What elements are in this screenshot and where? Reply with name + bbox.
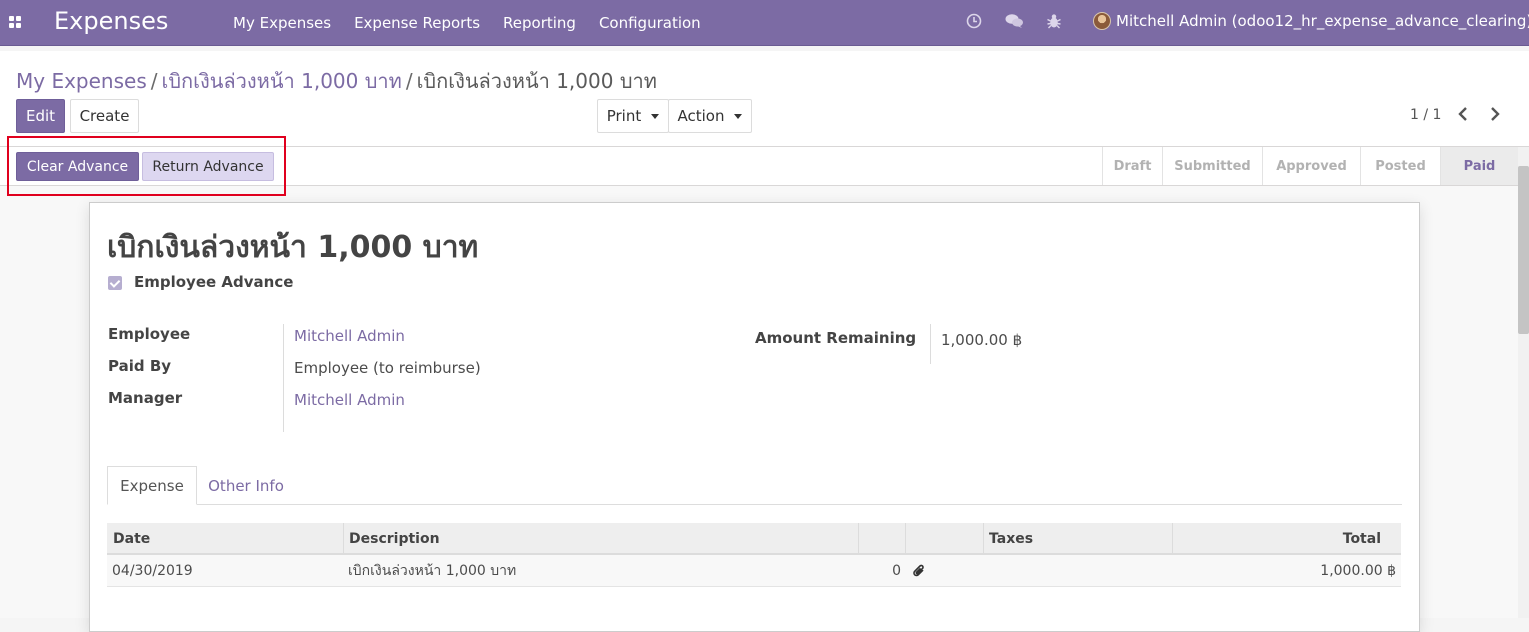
print-dropdown-button[interactable]: Print — [597, 99, 669, 133]
action-label: Action — [677, 107, 725, 125]
column-header-taxes[interactable]: Taxes — [983, 523, 1173, 555]
employee-advance-checkbox[interactable] — [108, 276, 122, 290]
edit-button[interactable]: Edit — [16, 99, 65, 133]
bug-icon[interactable] — [1046, 13, 1062, 33]
cell-taxes — [983, 555, 1173, 587]
cell-total: 1,000.00 ฿ — [1320, 563, 1396, 579]
tab-expense[interactable]: Expense — [107, 466, 197, 505]
action-dropdown-button[interactable]: Action — [668, 99, 752, 133]
paid-by-label: Paid By — [108, 357, 172, 375]
column-header-description[interactable]: Description — [343, 523, 859, 555]
field-divider — [930, 324, 931, 364]
stage-pipeline: Draft Submitted Approved Posted Paid — [1102, 147, 1518, 185]
clear-advance-button[interactable]: Clear Advance — [16, 152, 139, 181]
menu-item-reporting[interactable]: Reporting — [503, 14, 576, 32]
scrollbar-thumb[interactable] — [1518, 166, 1529, 334]
stage-submitted[interactable]: Submitted — [1162, 147, 1262, 185]
chevron-down-icon — [651, 113, 660, 119]
column-header-quantity[interactable] — [858, 523, 906, 555]
stage-approved[interactable]: Approved — [1262, 147, 1360, 185]
user-menu[interactable]: Mitchell Admin (odoo12_hr_expense_advanc… — [1093, 12, 1529, 30]
status-bar: Clear Advance Return Advance Draft Submi… — [0, 147, 1518, 186]
menu-item-expense-reports[interactable]: Expense Reports — [354, 14, 480, 32]
amount-remaining-label: Amount Remaining — [755, 329, 917, 347]
breadcrumb: My Expenses / เบิกเงินล่วงหน้า 1,000 บาท / เ… — [16, 65, 657, 97]
avatar — [1093, 12, 1111, 30]
breadcrumb-separator: / — [405, 69, 413, 93]
return-advance-button[interactable]: Return Advance — [142, 152, 274, 181]
amount-remaining-value: 1,000.00 ฿ — [941, 331, 1023, 349]
user-name: Mitchell Admin (odoo12_hr_expense_advanc… — [1116, 12, 1529, 30]
table-row[interactable]: 04/30/2019 เบิกเงินล่วงหน้า 1,000 บาท 0 … — [107, 555, 1401, 587]
table-header: Date Description Taxes Total — [107, 523, 1401, 555]
menu-item-configuration[interactable]: Configuration — [599, 14, 701, 32]
employee-label: Employee — [108, 325, 191, 343]
stage-paid[interactable]: Paid — [1440, 147, 1518, 185]
cell-description: เบิกเงินล่วงหน้า 1,000 บาท — [348, 563, 517, 579]
breadcrumb-advance-report[interactable]: เบิกเงินล่วงหน้า 1,000 บาท — [162, 69, 402, 93]
record-title: เบิกเงินล่วงหน้า 1,000 บาท — [107, 230, 479, 265]
chevron-down-icon — [734, 113, 743, 119]
column-header-attachment — [905, 523, 984, 555]
chevron-left-icon[interactable] — [1456, 105, 1472, 123]
field-divider — [283, 324, 284, 432]
chevron-right-icon[interactable] — [1488, 105, 1504, 123]
breadcrumb-current: เบิกเงินล่วงหน้า 1,000 บาท — [416, 69, 657, 93]
pager-value[interactable]: 1 / 1 — [1410, 107, 1441, 123]
control-panel: My Expenses / เบิกเงินล่วงหน้า 1,000 บาท / เ… — [0, 51, 1529, 147]
cell-date: 04/30/2019 — [112, 563, 193, 579]
paid-by-value: Employee (to reimburse) — [294, 359, 481, 377]
stage-draft[interactable]: Draft — [1102, 147, 1162, 185]
employee-advance-label: Employee Advance — [134, 273, 294, 291]
cell-quantity: 0 — [892, 563, 901, 579]
paperclip-icon[interactable] — [907, 555, 937, 587]
app-title: Expenses — [54, 7, 169, 35]
column-header-date[interactable]: Date — [107, 523, 344, 555]
column-header-total[interactable]: Total — [1172, 523, 1401, 555]
breadcrumb-separator: / — [150, 69, 158, 93]
clock-icon[interactable] — [966, 13, 982, 33]
main-menu: My Expenses Expense Reports Reporting Co… — [233, 14, 724, 32]
expense-lines-table: Date Description Taxes Total 04/30/2019 … — [107, 523, 1401, 587]
employee-value-link[interactable]: Mitchell Admin — [294, 327, 405, 345]
manager-label: Manager — [108, 389, 183, 407]
top-navbar: Expenses My Expenses Expense Reports Rep… — [0, 0, 1529, 46]
print-label: Print — [606, 107, 642, 125]
menu-item-my-expenses[interactable]: My Expenses — [233, 14, 331, 32]
tab-divider — [107, 504, 1402, 505]
stage-posted[interactable]: Posted — [1360, 147, 1440, 185]
manager-value-link[interactable]: Mitchell Admin — [294, 391, 405, 409]
apps-grid-icon[interactable] — [9, 16, 23, 28]
chat-icon[interactable] — [1005, 13, 1024, 33]
tab-other-info[interactable]: Other Info — [197, 466, 295, 505]
breadcrumb-my-expenses[interactable]: My Expenses — [16, 69, 147, 93]
create-button[interactable]: Create — [70, 99, 139, 133]
